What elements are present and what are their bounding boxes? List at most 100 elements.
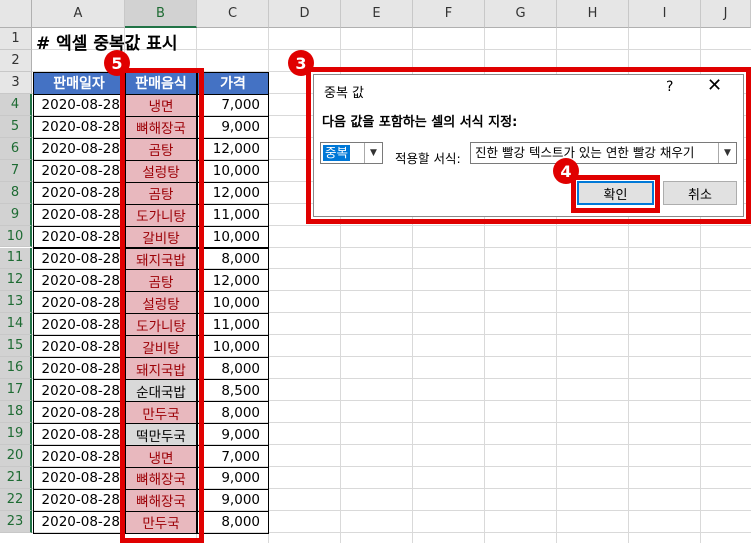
date-cell[interactable]: 2020-08-28 bbox=[33, 247, 125, 271]
row-header-22[interactable]: 22 bbox=[0, 488, 32, 511]
food-cell[interactable]: 갈비탕 bbox=[125, 225, 197, 249]
date-cell[interactable]: 2020-08-28 bbox=[33, 467, 125, 490]
column-header-g[interactable]: G bbox=[485, 0, 557, 28]
spreadsheet-grid[interactable]: ABCDEFGHIJ 1 2 3 4 5 6 7 8 9 10 11 12 13 14 15 16 17 18 19… bbox=[0, 0, 751, 543]
date-cell[interactable]: 2020-08-28 bbox=[33, 313, 125, 337]
date-cell[interactable]: 2020-08-28 bbox=[33, 181, 125, 205]
food-cell[interactable]: 순대국밥 bbox=[125, 379, 197, 403]
food-cell[interactable]: 곰탕 bbox=[125, 181, 197, 205]
date-cell[interactable]: 2020-08-28 bbox=[33, 225, 125, 249]
price-cell[interactable]: 9,000 bbox=[197, 423, 269, 447]
price-cell[interactable]: 11,000 bbox=[197, 203, 269, 227]
select-all-corner[interactable] bbox=[0, 0, 32, 28]
row-header-15[interactable]: 15 bbox=[0, 335, 32, 358]
price-cell[interactable]: 7,000 bbox=[197, 445, 269, 468]
table-header-cell[interactable]: 가격 bbox=[197, 71, 269, 95]
ok-button[interactable]: 확인 bbox=[577, 181, 654, 205]
row-header-5[interactable]: 5 bbox=[0, 115, 32, 138]
price-cell[interactable]: 10,000 bbox=[197, 159, 269, 183]
food-cell[interactable]: 만두국 bbox=[125, 510, 197, 534]
row-header-21[interactable]: 21 bbox=[0, 467, 32, 489]
date-cell[interactable]: 2020-08-28 bbox=[33, 423, 125, 447]
food-cell[interactable]: 만두국 bbox=[125, 401, 197, 425]
food-cell[interactable]: 냉면 bbox=[125, 445, 197, 468]
duplicate-values-dialog[interactable]: 중복 값 ? ✕ 다음 값을 포함하는 셀의 서식 지정: 중복 ▼ 적용할 서… bbox=[313, 74, 744, 217]
column-header-j[interactable]: J bbox=[701, 0, 751, 28]
price-cell[interactable]: 9,000 bbox=[197, 467, 269, 490]
price-cell[interactable]: 8,500 bbox=[197, 379, 269, 403]
row-header-20[interactable]: 20 bbox=[0, 445, 32, 467]
price-cell[interactable]: 9,000 bbox=[197, 488, 269, 512]
food-cell[interactable]: 설렁탕 bbox=[125, 291, 197, 315]
table-header-cell[interactable]: 판매음식 bbox=[125, 71, 197, 95]
help-button[interactable]: ? bbox=[666, 79, 673, 95]
price-cell[interactable]: 8,000 bbox=[197, 357, 269, 381]
row-header-1[interactable]: 1 bbox=[0, 28, 32, 50]
food-cell[interactable]: 곰탕 bbox=[125, 269, 197, 293]
column-header-i[interactable]: I bbox=[629, 0, 701, 28]
price-cell[interactable]: 8,000 bbox=[197, 510, 269, 534]
price-cell[interactable]: 10,000 bbox=[197, 291, 269, 315]
food-cell[interactable]: 돼지국밥 bbox=[125, 357, 197, 381]
format-select[interactable]: 진한 빨강 텍스트가 있는 연한 빨강 채우기 ▼ bbox=[470, 142, 737, 164]
food-cell[interactable]: 도가니탕 bbox=[125, 313, 197, 337]
food-cell[interactable]: 갈비탕 bbox=[125, 335, 197, 359]
price-cell[interactable]: 10,000 bbox=[197, 225, 269, 249]
date-cell[interactable]: 2020-08-28 bbox=[33, 269, 125, 293]
row-header-2[interactable]: 2 bbox=[0, 49, 32, 72]
date-cell[interactable]: 2020-08-28 bbox=[33, 510, 125, 534]
date-cell[interactable]: 2020-08-28 bbox=[33, 203, 125, 227]
date-cell[interactable]: 2020-08-28 bbox=[33, 115, 125, 139]
row-header-8[interactable]: 8 bbox=[0, 181, 32, 204]
column-header-e[interactable]: E bbox=[341, 0, 413, 28]
price-cell[interactable]: 12,000 bbox=[197, 181, 269, 205]
price-cell[interactable]: 7,000 bbox=[197, 93, 269, 117]
row-header-17[interactable]: 17 bbox=[0, 379, 32, 402]
row-header-7[interactable]: 7 bbox=[0, 159, 32, 182]
date-cell[interactable]: 2020-08-28 bbox=[33, 291, 125, 315]
row-header-9[interactable]: 9 bbox=[0, 203, 32, 226]
date-cell[interactable]: 2020-08-28 bbox=[33, 379, 125, 403]
date-cell[interactable]: 2020-08-28 bbox=[33, 159, 125, 183]
row-header-3[interactable]: 3 bbox=[0, 71, 32, 94]
row-header-4[interactable]: 4 bbox=[0, 93, 32, 116]
cancel-button[interactable]: 취소 bbox=[663, 181, 737, 205]
food-cell[interactable]: 설렁탕 bbox=[125, 159, 197, 183]
food-cell[interactable]: 뼈해장국 bbox=[125, 115, 197, 139]
price-cell[interactable]: 12,000 bbox=[197, 269, 269, 293]
price-cell[interactable]: 8,000 bbox=[197, 247, 269, 271]
row-header-6[interactable]: 6 bbox=[0, 137, 32, 160]
date-cell[interactable]: 2020-08-28 bbox=[33, 137, 125, 161]
date-cell[interactable]: 2020-08-28 bbox=[33, 401, 125, 425]
price-cell[interactable]: 11,000 bbox=[197, 313, 269, 337]
row-header-11[interactable]: 11 bbox=[0, 247, 32, 270]
food-cell[interactable]: 도가니탕 bbox=[125, 203, 197, 227]
row-header-13[interactable]: 13 bbox=[0, 291, 32, 314]
row-header-12[interactable]: 12 bbox=[0, 269, 32, 292]
food-cell[interactable]: 떡만두국 bbox=[125, 423, 197, 447]
column-header-a[interactable]: A bbox=[32, 0, 125, 28]
rule-type-select[interactable]: 중복 ▼ bbox=[320, 142, 383, 164]
date-cell[interactable]: 2020-08-28 bbox=[33, 335, 125, 359]
price-cell[interactable]: 8,000 bbox=[197, 401, 269, 425]
food-cell[interactable]: 뼈해장국 bbox=[125, 488, 197, 512]
table-header-cell[interactable]: 판매일자 bbox=[33, 71, 125, 95]
price-cell[interactable]: 9,000 bbox=[197, 115, 269, 139]
row-header-10[interactable]: 10 bbox=[0, 225, 32, 248]
row-header-18[interactable]: 18 bbox=[0, 401, 32, 424]
column-header-b[interactable]: B bbox=[125, 0, 197, 28]
row-header-14[interactable]: 14 bbox=[0, 313, 32, 336]
food-cell[interactable]: 곰탕 bbox=[125, 137, 197, 161]
date-cell[interactable]: 2020-08-28 bbox=[33, 93, 125, 117]
row-header-23[interactable]: 23 bbox=[0, 510, 32, 533]
price-cell[interactable]: 12,000 bbox=[197, 137, 269, 161]
column-header-f[interactable]: F bbox=[413, 0, 485, 28]
row-header-16[interactable]: 16 bbox=[0, 357, 32, 380]
food-cell[interactable]: 돼지국밥 bbox=[125, 247, 197, 271]
row-header-19[interactable]: 19 bbox=[0, 423, 32, 446]
column-header-h[interactable]: H bbox=[557, 0, 629, 28]
sheet-title[interactable]: # 엑셀 중복값 표시 bbox=[36, 29, 177, 54]
date-cell[interactable]: 2020-08-28 bbox=[33, 357, 125, 381]
column-header-d[interactable]: D bbox=[269, 0, 341, 28]
chevron-down-icon[interactable]: ▼ bbox=[364, 143, 382, 163]
